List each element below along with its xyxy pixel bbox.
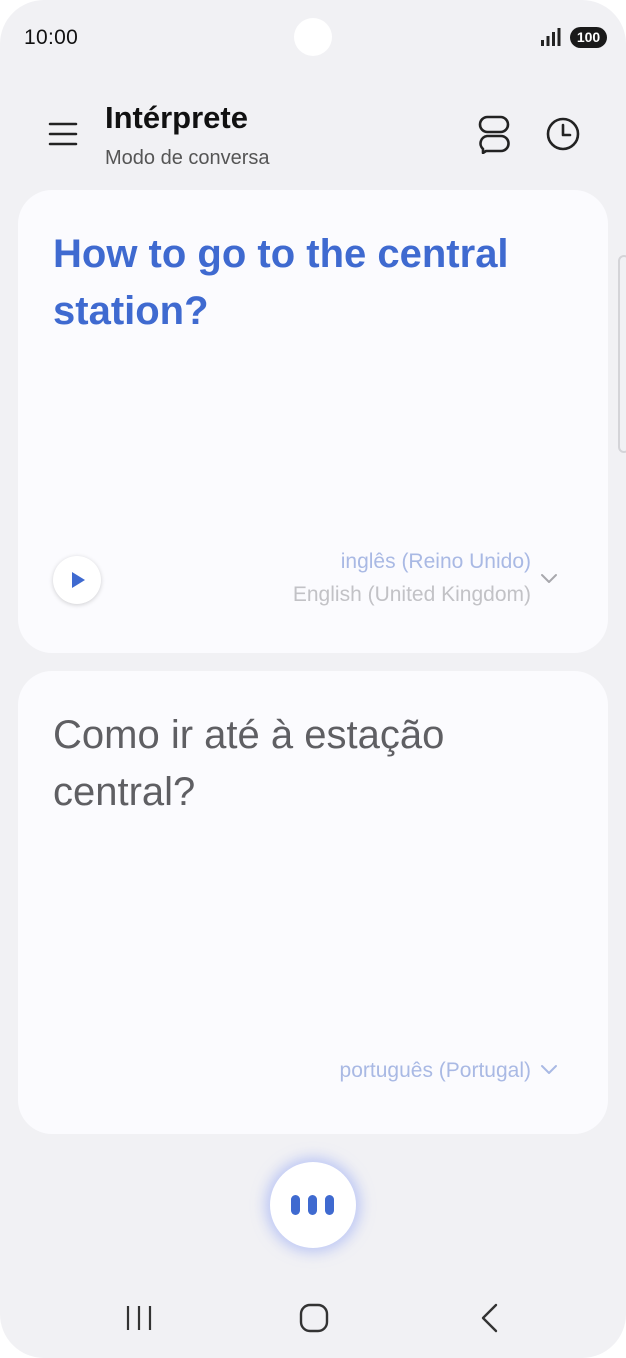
source-language-sublabel: English (United Kingdom)	[292, 583, 531, 606]
source-text: How to go to the central station?	[53, 232, 509, 333]
voice-input-button[interactable]	[270, 1162, 356, 1248]
page-title: Intérprete	[105, 100, 248, 135]
clock-icon[interactable]	[543, 114, 583, 154]
battery-indicator: 100	[570, 27, 607, 48]
back-icon[interactable]	[478, 1302, 500, 1334]
home-icon[interactable]	[299, 1303, 329, 1333]
menu-icon[interactable]	[48, 118, 78, 150]
edge-panel-handle[interactable]	[618, 255, 626, 453]
chevron-down-icon[interactable]	[540, 1064, 558, 1076]
source-language-card: How to go to the central station? inglês…	[18, 190, 608, 653]
target-language-label[interactable]: português (Portugal)	[340, 1059, 531, 1083]
conversation-mode-icon[interactable]	[474, 114, 514, 154]
play-button[interactable]	[53, 556, 101, 604]
recent-apps-icon[interactable]	[124, 1304, 154, 1332]
play-icon	[72, 572, 85, 588]
voice-input-icon	[291, 1195, 334, 1215]
status-time: 10:00	[24, 26, 79, 49]
source-language-label[interactable]: inglês (Reino Unido)	[341, 550, 531, 574]
signal-icon	[541, 28, 561, 46]
page-subtitle: Modo de conversa	[105, 147, 270, 169]
chevron-down-icon[interactable]	[540, 573, 558, 585]
phone-screen: 10:00 100 Intérprete Modo de conversa Ho…	[0, 0, 626, 1358]
translated-text: Como ir até à estação central?	[53, 713, 445, 814]
target-language-card: Como ir até à estação central? português…	[18, 671, 608, 1134]
camera-cutout	[294, 18, 332, 56]
